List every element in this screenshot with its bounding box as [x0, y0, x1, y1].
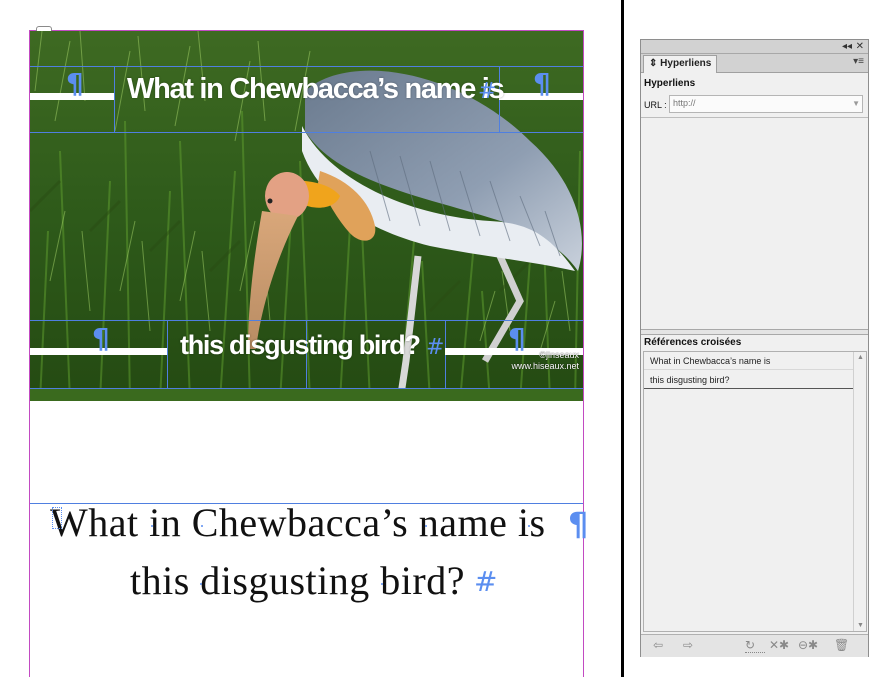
- space-mark: [201, 525, 203, 527]
- url-combobox[interactable]: ▼: [669, 95, 863, 113]
- hyperlinks-section-title: Hyperliens: [644, 78, 696, 89]
- arrow-left-icon[interactable]: ⇦: [653, 638, 663, 652]
- body-text-frame[interactable]: What in Chewbacca’s name is ¶ this disgu…: [30, 500, 588, 613]
- resize-grip[interactable]: [745, 652, 765, 655]
- panel-title-bar[interactable]: ◂◂ ✕: [641, 40, 868, 54]
- body-text-line2[interactable]: this disgusting bird?: [130, 557, 465, 604]
- story-end-mark: #: [478, 79, 497, 104]
- frame-divider: [114, 66, 115, 132]
- photo-headline-line1[interactable]: What in Chewbacca’s name is: [127, 73, 505, 106]
- tab-label: Hyperliens: [660, 58, 712, 69]
- photo-credit-line2: www.hiseaux.net: [511, 361, 579, 371]
- cross-references-title: Références croisées: [644, 337, 742, 348]
- paragraph-mark: ¶: [533, 67, 551, 100]
- space-mark: [528, 525, 530, 527]
- trash-icon[interactable]: 🗑: [834, 638, 849, 652]
- list-item[interactable]: What in Chewbacca’s name is: [644, 352, 854, 370]
- frame-top-edge: [30, 66, 583, 67]
- panel-splitter[interactable]: [641, 329, 868, 335]
- panel-tab-row: ⇕ Hyperliens ▾≡: [641, 54, 868, 73]
- scroll-up-icon[interactable]: ▲: [857, 354, 864, 361]
- right-margin-guide: [583, 30, 584, 677]
- hyperlinks-panel: ◂◂ ✕ ⇕ Hyperliens ▾≡ Hyperliens URL : ▼ …: [640, 39, 869, 657]
- refresh-icon[interactable]: ↻: [745, 638, 755, 652]
- text-anchor-marker: [52, 507, 62, 529]
- frame-bottom-edge: [30, 388, 583, 389]
- story-end-mark: #: [426, 335, 445, 360]
- body-text-line1[interactable]: What in Chewbacca’s name is: [50, 499, 546, 546]
- tools-icon[interactable]: ✕✱: [769, 638, 789, 652]
- space-mark: [381, 583, 383, 585]
- link-chain-icon[interactable]: ⊖✱: [798, 638, 818, 652]
- cross-references-list[interactable]: What in Chewbacca’s name is this disgust…: [643, 351, 867, 632]
- paragraph-mark: ¶: [508, 322, 526, 355]
- collapse-icon[interactable]: ◂◂: [842, 40, 852, 53]
- space-mark: [200, 583, 202, 585]
- paragraph-mark: ¶: [66, 67, 84, 100]
- space-mark: [151, 525, 153, 527]
- panel-footer: ⇦ ⇨ ↻ ✕✱ ⊖✱ 🗑: [641, 634, 868, 657]
- list-item[interactable]: this disgusting bird?: [644, 371, 854, 389]
- paragraph-mark: ¶: [92, 322, 110, 355]
- frame-bottom-edge: [30, 132, 583, 133]
- panel-menu-icon[interactable]: ▾≡: [853, 56, 864, 67]
- photo-credit-line1: ©jinseaux: [539, 350, 579, 360]
- photo-credit: ©jinseaux www.hiseaux.net: [489, 350, 579, 372]
- url-label: URL :: [644, 100, 667, 110]
- paragraph-mark: ¶: [568, 505, 589, 543]
- tab-hyperliens[interactable]: ⇕ Hyperliens: [643, 55, 718, 73]
- window-divider: [621, 0, 624, 677]
- chevron-down-icon[interactable]: ▼: [852, 99, 860, 108]
- scroll-down-icon[interactable]: ▼: [857, 622, 864, 629]
- frame-divider: [167, 320, 168, 388]
- document-canvas[interactable]: ¶ ¶ ¶ ¶ What in Chewbacca’s name is # th…: [0, 0, 621, 677]
- tab-arrows-icon: ⇕: [649, 58, 658, 69]
- space-mark: [425, 525, 427, 527]
- photo-headline-line2[interactable]: this disgusting bird?: [180, 330, 421, 361]
- close-icon[interactable]: ✕: [856, 40, 864, 53]
- scrollbar[interactable]: ▲ ▼: [853, 352, 866, 631]
- url-input[interactable]: [673, 98, 843, 108]
- separator: [641, 117, 868, 118]
- arrow-right-icon[interactable]: ⇨: [683, 638, 693, 652]
- story-end-mark: #: [474, 565, 498, 598]
